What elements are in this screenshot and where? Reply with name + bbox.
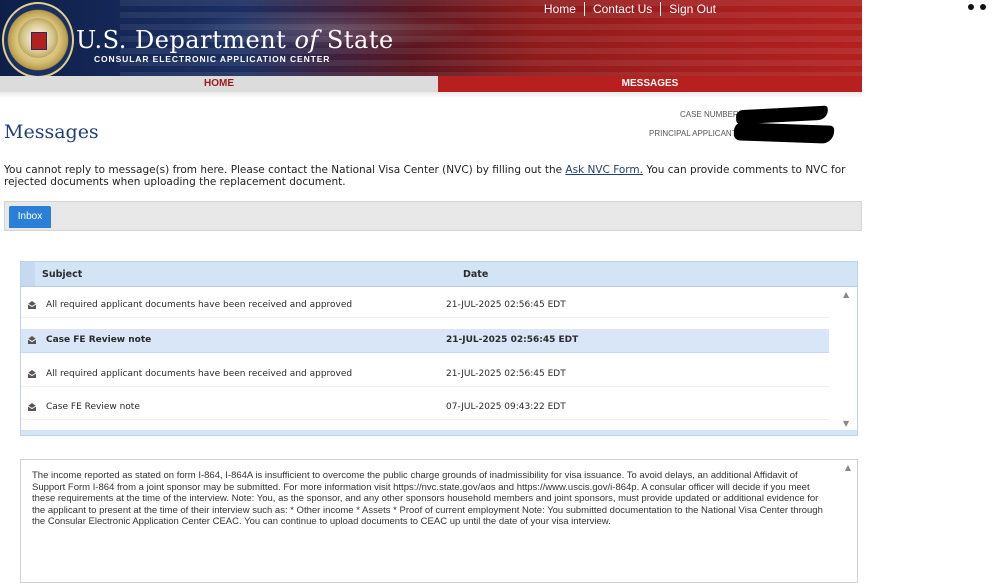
ask-nvc-form-link[interactable]: Ask NVC Form. [565,164,643,176]
row-subject: All required applicant documents have be… [46,300,353,310]
top-links: Home Contact Us Sign Out [536,2,724,16]
select-column-header [21,262,35,286]
main-nav: HOME MESSAGES [0,76,862,92]
row-subject: All required applicant documents have be… [46,369,353,379]
state-department-seal-icon [2,2,74,76]
home-link[interactable]: Home [536,2,584,16]
column-date[interactable]: Date [463,269,488,280]
row-subject: Case FE Review note [46,335,152,345]
message-body-text: The income reported as stated on form I-… [32,470,823,527]
nav-shadow [0,92,862,98]
message-body-panel: The income reported as stated on form I-… [20,459,858,583]
title-state: State [326,26,394,54]
row-date: 21-JUL-2025 02:56:45 EDT [446,300,566,310]
shield-emblem [31,32,47,50]
table-scrollbar[interactable]: ▲ ▼ [837,287,857,431]
table-row[interactable]: All required applicant documents have be… [21,294,829,318]
intro-before: You cannot reply to message(s) from here… [4,164,566,176]
row-date: 21-JUL-2025 02:56:45 EDT [446,335,579,345]
page-title: Messages [4,121,99,143]
redaction-mark [733,122,835,144]
table-row[interactable]: Case FE Review note 07-JUL-2025 09:43:22… [21,396,829,420]
intro-text: You cannot reply to message(s) from here… [4,164,850,188]
header-banner: U.S. Department of State CONSULAR ELECTR… [0,0,862,76]
row-date: 21-JUL-2025 02:56:45 EDT [446,369,566,379]
table-row[interactable]: Case FE Review note 21-JUL-2025 02:56:45… [21,329,829,353]
more-options-icon[interactable] [968,4,986,10]
row-subject: Case FE Review note [46,402,140,412]
table-header: Subject Date [21,262,857,287]
envelope-open-icon [27,403,37,411]
sign-out-link[interactable]: Sign Out [660,2,724,16]
tab-bar: Inbox [4,201,862,231]
department-title: U.S. Department of State [76,26,394,54]
contact-us-link[interactable]: Contact Us [583,2,660,16]
title-main: U.S. Department [76,26,287,54]
scroll-down-icon[interactable]: ▼ [843,419,849,428]
table-footer [21,430,857,435]
nav-messages[interactable]: MESSAGES [438,76,862,92]
tab-inbox[interactable]: Inbox [9,206,51,228]
scroll-up-icon[interactable]: ▲ [843,290,849,299]
table-row[interactable]: All required applicant documents have be… [21,363,829,387]
redaction-mark [735,105,829,125]
scroll-up-icon[interactable]: ▲ [845,463,851,472]
envelope-open-icon [27,370,37,378]
nav-home[interactable]: HOME [0,76,438,92]
column-subject[interactable]: Subject [42,269,82,280]
title-of: of [294,26,319,54]
principal-applicant-label: PRINCIPAL APPLICANT [649,129,737,138]
envelope-open-icon [27,336,37,344]
case-number-label: CASE NUMBER [680,110,739,119]
department-subtitle: CONSULAR ELECTRONIC APPLICATION CENTER [94,54,331,64]
envelope-open-icon [27,301,37,309]
messages-table: Subject Date All required applicant docu… [20,261,858,436]
row-date: 07-JUL-2025 09:43:22 EDT [446,402,566,412]
